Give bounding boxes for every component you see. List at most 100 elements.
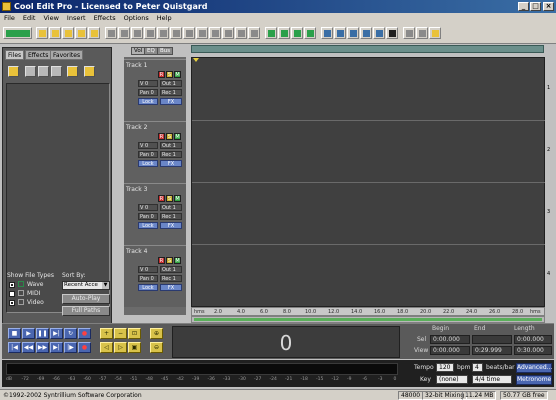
paste-mix-button[interactable]: [170, 27, 182, 39]
pause-button[interactable]: ❚❚: [36, 328, 49, 339]
zoom-in-vertical-button[interactable]: ⊕: [150, 328, 163, 339]
track-header-2[interactable]: Track 2 R S M V 0 Out 1 Pan 0 Rec 1 Lock…: [124, 121, 186, 183]
lock-button[interactable]: Lock: [138, 222, 158, 229]
zoom-selection-button[interactable]: ▣: [128, 342, 141, 353]
sel-begin-field[interactable]: 0:00.000: [430, 335, 470, 344]
metronome-button[interactable]: Metronome: [516, 375, 552, 385]
fast-forward-button[interactable]: ▶▶: [36, 342, 49, 353]
pan-field[interactable]: Pan 0: [138, 89, 158, 96]
mute-button[interactable]: M: [174, 71, 181, 78]
record-input-field[interactable]: Rec 1: [160, 275, 182, 282]
menu-file[interactable]: File: [4, 14, 15, 22]
tab-favorites[interactable]: Favorites: [50, 50, 84, 60]
envelope-button[interactable]: [209, 27, 221, 39]
fx-button[interactable]: FX: [160, 284, 182, 291]
output-field[interactable]: Out 1: [160, 80, 182, 87]
tab-eq[interactable]: EQ: [144, 47, 158, 55]
mix-down-button[interactable]: [88, 27, 100, 39]
rewind-button[interactable]: ◀◀: [22, 342, 35, 353]
folder-icon[interactable]: [67, 66, 78, 77]
save-button[interactable]: [62, 27, 74, 39]
menu-view[interactable]: View: [43, 14, 58, 22]
auto-play-button[interactable]: Auto-Play: [62, 294, 110, 304]
pan-field[interactable]: Pan 0: [138, 151, 158, 158]
time-signature-select[interactable]: 4/4 time: [472, 375, 512, 384]
snap-markers-button[interactable]: [373, 27, 385, 39]
snap-ruler-button[interactable]: [334, 27, 346, 39]
zoom-out-horizontal-button[interactable]: −: [114, 328, 127, 339]
loop-button[interactable]: ↻: [64, 328, 77, 339]
snap-button[interactable]: [321, 27, 333, 39]
mute-button[interactable]: M: [174, 195, 181, 202]
output-field[interactable]: Out 1: [160, 266, 182, 273]
sel-length-field[interactable]: 0:00.000: [514, 335, 552, 344]
undo-button[interactable]: [105, 27, 117, 39]
save-all-button[interactable]: [75, 27, 87, 39]
overview-strip[interactable]: [191, 45, 544, 53]
snap-clips-button[interactable]: [347, 27, 359, 39]
view-pan-button[interactable]: [304, 27, 316, 39]
zoom-right-button[interactable]: ▷: [114, 342, 127, 353]
full-paths-button[interactable]: Full Paths: [62, 306, 110, 316]
record-input-field[interactable]: Rec 1: [160, 151, 182, 158]
output-field[interactable]: Out 1: [160, 142, 182, 149]
pan-field[interactable]: Pan 0: [138, 275, 158, 282]
help-button[interactable]: [429, 27, 441, 39]
menu-help[interactable]: Help: [157, 14, 172, 22]
close-button[interactable]: ×: [543, 2, 554, 11]
mute-button[interactable]: M: [174, 133, 181, 140]
fx-button[interactable]: FX: [160, 98, 182, 105]
menu-insert[interactable]: Insert: [67, 14, 86, 22]
vertical-scrollbar[interactable]: 1 2 3 4: [545, 57, 554, 307]
record-arm-button[interactable]: R: [158, 195, 165, 202]
view-length-field[interactable]: 0:30.000: [514, 346, 552, 355]
track-header-4[interactable]: Track 4 R S M V 0 Out 1 Pan 0 Rec 1 Lock…: [124, 245, 186, 307]
open-button[interactable]: [49, 27, 61, 39]
fx-button[interactable]: FX: [160, 222, 182, 229]
move-tool-button[interactable]: [235, 27, 247, 39]
video-checkbox[interactable]: [9, 300, 15, 306]
insert-file-icon[interactable]: [38, 66, 49, 77]
toggle-view-button[interactable]: [3, 27, 32, 39]
multitrack-area[interactable]: [191, 57, 546, 307]
tab-files[interactable]: Files: [5, 50, 25, 60]
copy-button[interactable]: [144, 27, 156, 39]
horizontal-scroll-thumb[interactable]: [194, 318, 542, 321]
record-toggle-button[interactable]: ●: [78, 342, 91, 353]
horizontal-scrollbar[interactable]: [191, 316, 545, 323]
play-button[interactable]: ▶: [22, 328, 35, 339]
view-envelope-button[interactable]: [278, 27, 290, 39]
lock-button[interactable]: Lock: [138, 98, 158, 105]
properties-button[interactable]: [416, 27, 428, 39]
settings-button[interactable]: [403, 27, 415, 39]
track-header-3[interactable]: Track 3 R S M V 0 Out 1 Pan 0 Rec 1 Lock…: [124, 183, 186, 245]
tempo-field[interactable]: 120: [436, 363, 454, 372]
split-button[interactable]: [196, 27, 208, 39]
go-to-start-button[interactable]: |◀: [8, 342, 21, 353]
menu-edit[interactable]: Edit: [23, 14, 36, 22]
snap-loop-button[interactable]: [360, 27, 372, 39]
lock-button[interactable]: [386, 27, 398, 39]
lock-button[interactable]: Lock: [138, 160, 158, 167]
solo-button[interactable]: S: [166, 257, 173, 264]
zoom-out-vertical-button[interactable]: ⊖: [150, 342, 163, 353]
record-button[interactable]: ●: [78, 328, 91, 339]
redo-button[interactable]: [118, 27, 130, 39]
record-arm-button[interactable]: R: [158, 71, 165, 78]
view-begin-field[interactable]: 0:00.000: [430, 346, 470, 355]
record-arm-button[interactable]: R: [158, 257, 165, 264]
go-to-end-button[interactable]: ▶|: [50, 342, 63, 353]
tab-effects[interactable]: Effects: [25, 50, 52, 60]
record-arm-button[interactable]: R: [158, 133, 165, 140]
solo-button[interactable]: S: [166, 195, 173, 202]
volume-field[interactable]: V 0: [138, 142, 158, 149]
close-file-icon[interactable]: [25, 66, 36, 77]
select-tool-button[interactable]: [248, 27, 260, 39]
help-icon[interactable]: [84, 66, 95, 77]
beats-field[interactable]: 4: [472, 363, 483, 372]
open-file-icon[interactable]: [8, 66, 19, 77]
sort-by-select[interactable]: Recent Acce ▼: [62, 281, 110, 290]
fx-button[interactable]: FX: [160, 160, 182, 167]
volume-field[interactable]: V 0: [138, 266, 158, 273]
view-volume-button[interactable]: [291, 27, 303, 39]
